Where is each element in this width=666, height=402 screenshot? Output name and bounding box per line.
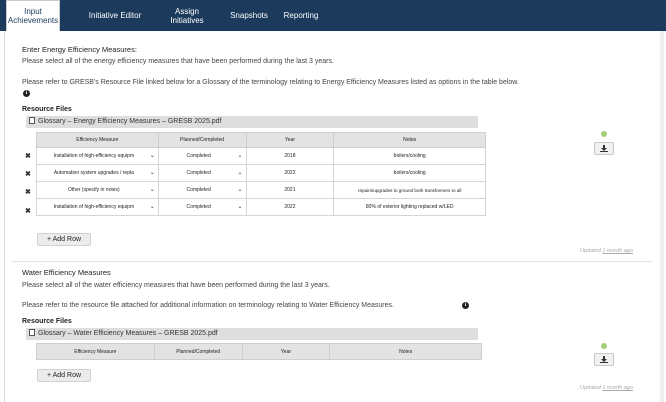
updated-prefix: Updated (580, 385, 601, 391)
notes-field[interactable]: boilers/cooling (333, 147, 486, 165)
water-heading: Water Efficiency Measures (22, 268, 111, 277)
tab-label: Input (24, 7, 42, 16)
energy-resource-label: Resource Files (22, 106, 72, 113)
table-row: Automation system upgrades / repla ⌄ Comp… (36, 164, 486, 182)
scrollbar[interactable] (660, 31, 664, 402)
chevron-down-icon: ⌄ (149, 153, 155, 159)
energy-add-row-button[interactable]: + Add Row (37, 233, 91, 246)
energy-refer-text: Please refer to GRESB's Resource File li… (22, 79, 519, 86)
table-row: Installation of high-efficiency equipm ⌄ … (36, 147, 486, 165)
status-value: Completed (186, 153, 211, 159)
column-header: Planned/Completed (153, 343, 243, 360)
notes-field[interactable]: boilers/cooling (333, 164, 486, 182)
chevron-down-icon: ⌄ (237, 153, 243, 159)
status-dot-icon (601, 131, 607, 137)
delete-row-icon[interactable]: ✖ (25, 188, 31, 196)
measure-value: Automation system upgrades / repla (53, 170, 134, 176)
water-resource-label: Resource Files (22, 318, 72, 325)
year-field[interactable]: 2021 (245, 181, 335, 199)
measure-select[interactable]: Automation system upgrades / repla ⌄ (36, 164, 159, 182)
table-row: Installation of high-efficiency equipm ⌄ … (36, 198, 486, 216)
measure-select[interactable]: Installation of high-efficiency equipm ⌄ (36, 198, 159, 216)
chevron-down-icon: ⌄ (237, 204, 243, 210)
column-header: Efficiency Measure (36, 132, 159, 148)
water-measures-table: Efficiency Measure Planned/Completed Yea… (36, 343, 482, 360)
table-row: Other (specify in notes) ⌄ Completed ⌄ 202… (36, 181, 486, 199)
status-select[interactable]: Completed ⌄ (157, 164, 247, 182)
tab-label: Reporting (283, 11, 319, 20)
tab-snapshots[interactable]: Snapshots (226, 0, 272, 31)
download-icon (600, 145, 608, 152)
updated-link[interactable]: 1 month ago (602, 385, 633, 391)
delete-row-icon[interactable]: ✖ (25, 207, 31, 215)
download-button[interactable] (594, 142, 614, 155)
status-dot-icon (601, 343, 607, 349)
chevron-down-icon: ⌄ (149, 204, 155, 210)
tab-label: Assign (174, 6, 199, 16)
status-select[interactable]: Completed ⌄ (157, 181, 247, 199)
year-field[interactable]: 2022 (245, 198, 335, 216)
updated-prefix: Updated (580, 248, 601, 254)
tab-initiative-editor[interactable]: Initiative Editor (84, 0, 146, 31)
measure-select[interactable]: Installation of high-efficiency equipm ⌄ (36, 147, 159, 165)
tab-label: Snapshots (230, 11, 268, 20)
measure-value: Other (specify in notes) (68, 187, 120, 193)
energy-updated-timestamp: Updated 1 month ago (580, 248, 633, 254)
status-value: Completed (186, 204, 211, 210)
energy-resource-file-bar[interactable]: Glossary – Energy Efficiency Measures – … (26, 116, 478, 128)
tab-input-achievements[interactable]: Input Achievements (6, 0, 60, 31)
column-header: Notes (329, 343, 482, 360)
top-nav-bar: Input Achievements Initiative Editor Assi… (0, 0, 666, 31)
tab-label-line2: Initiatives (170, 15, 204, 25)
chevron-down-icon: ⌄ (237, 170, 243, 176)
chevron-down-icon: ⌄ (149, 170, 155, 176)
tab-reporting[interactable]: Reporting (278, 0, 324, 31)
measure-value: Installation of high-efficiency equipm (53, 153, 135, 159)
download-icon (600, 356, 608, 363)
energy-instruction: Please select all of the energy efficien… (22, 58, 334, 65)
status-select[interactable]: Completed ⌄ (157, 198, 247, 216)
energy-heading: Enter Energy Efficiency Measures: (22, 45, 137, 54)
status-value: Completed (186, 170, 211, 176)
water-refer-text: Please refer to the resource file attach… (22, 302, 394, 309)
table-header-row: Efficiency Measure Planned/Completed Yea… (36, 132, 486, 148)
status-select[interactable]: Completed ⌄ (157, 147, 247, 165)
column-header: Year (241, 343, 331, 360)
delete-row-icon[interactable]: ✖ (25, 152, 31, 160)
tab-assign-initiatives[interactable]: Assign Initiatives (164, 0, 210, 31)
tab-label-line2: Achievements (7, 16, 59, 25)
download-button[interactable] (594, 353, 614, 366)
section-divider (12, 261, 652, 262)
chevron-down-icon: ⌄ (149, 187, 155, 193)
table-header-row: Efficiency Measure Planned/Completed Yea… (36, 343, 482, 360)
updated-link[interactable]: 1 month ago (602, 248, 633, 254)
info-icon[interactable]: i (462, 302, 469, 309)
year-field[interactable]: 2022 (245, 164, 335, 182)
water-updated-timestamp: Updated 1 month ago (580, 385, 633, 391)
column-header: Efficiency Measure (36, 343, 155, 360)
pdf-file-icon (29, 117, 35, 124)
info-icon[interactable]: i (23, 90, 30, 97)
status-value: Completed (186, 187, 211, 193)
notes-field[interactable]: repairs/upgrades to ground both transfor… (333, 181, 486, 199)
water-resource-file-bar[interactable]: Glossary – Water Efficiency Measures – G… (26, 328, 478, 340)
water-file-link[interactable]: Glossary – Water Efficiency Measures – G… (38, 330, 218, 337)
water-add-row-button[interactable]: + Add Row (37, 369, 91, 382)
tab-label: Initiative Editor (88, 11, 142, 20)
energy-file-link[interactable]: Glossary – Energy Efficiency Measures – … (38, 118, 222, 125)
notes-field[interactable]: 80% of exterior lighting replaced w/LED (333, 198, 486, 216)
water-instruction: Please select all of the water efficienc… (22, 282, 330, 289)
column-header: Planned/Completed (157, 132, 247, 148)
column-header: Year (245, 132, 335, 148)
delete-row-icon[interactable]: ✖ (25, 170, 31, 178)
measure-value: Installation of high-efficiency equipm (53, 204, 135, 210)
year-field[interactable]: 2018 (245, 147, 335, 165)
column-header: Notes (333, 132, 486, 148)
chevron-down-icon: ⌄ (237, 187, 243, 193)
pdf-file-icon (29, 329, 35, 336)
measure-select[interactable]: Other (specify in notes) ⌄ (36, 181, 159, 199)
energy-measures-table: Efficiency Measure Planned/Completed Yea… (36, 132, 486, 216)
